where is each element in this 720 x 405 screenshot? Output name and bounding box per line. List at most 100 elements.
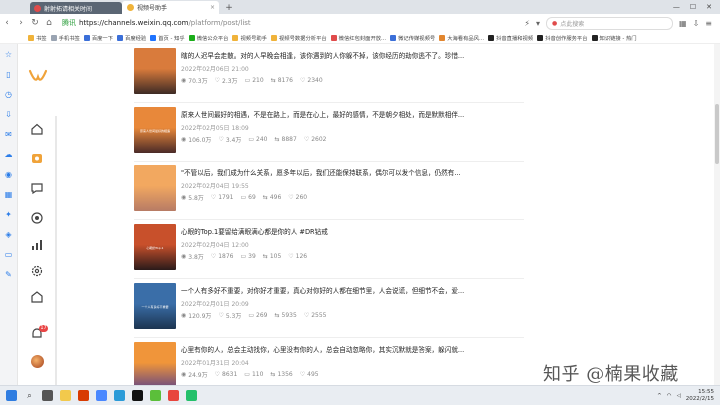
post-thumbnail[interactable] (134, 48, 176, 94)
post-title[interactable]: 心里有你的人，总会主动找你，心里没有你的人，总会自动忽略你，其实沉默就是答案，躲… (181, 344, 551, 354)
stat-shares: ⇆ 105 (263, 253, 281, 260)
note-icon[interactable]: ✎ (4, 270, 13, 279)
avatar[interactable] (31, 355, 44, 368)
tray-up-icon[interactable]: ^ (657, 393, 662, 399)
post-row[interactable]: 一个人有多好不重要 一个人有多好不重要，对你好才重要，真心对你好的人都在细节里，人… (134, 283, 554, 329)
settings-icon[interactable] (30, 264, 44, 278)
home-icon[interactable] (30, 122, 44, 136)
bookmark-item[interactable]: 抖音直播和视频 (488, 34, 533, 42)
post-body: 瞎的人迟早会走散。对的人早晚会相逢，该你遇到的人你躲不掉，该你经历的劫你逃不了。… (181, 48, 551, 94)
post-thumbnail[interactable]: 原来人世间最好的相遇 (134, 107, 176, 153)
download-icon[interactable]: ⇩ (693, 19, 700, 28)
file-explorer-icon[interactable] (60, 390, 71, 401)
clock-icon[interactable]: ◷ (4, 90, 13, 99)
url-field[interactable]: 腾讯 https://channels.weixin.qq.com /platf… (62, 17, 382, 29)
bookmark-item[interactable]: 百度一下 (83, 34, 113, 42)
post-title[interactable]: 心眼的Top.1要留给满眼满心都是你的人 #DR钻戒 (181, 226, 551, 236)
bookmark-item[interactable]: 大海看有品风... (439, 34, 484, 42)
post-title[interactable]: 原来人世间最好的相遇，不是在路上，而是在心上，最好的感情，不是朝夕相处，而是默默… (181, 109, 551, 119)
extensions-icon[interactable]: ▦ (679, 19, 687, 28)
bookmark-item[interactable]: 首页 - 知乎 (150, 34, 185, 42)
bookmark-item[interactable]: 百度经验 (117, 34, 146, 42)
penguin-icon[interactable] (132, 390, 143, 401)
post-thumbnail[interactable] (134, 342, 176, 388)
volume-icon[interactable]: ◁ (677, 393, 681, 399)
bookmark-item[interactable]: 微记传媒视频号 (390, 34, 435, 42)
stat-shares: ⇆ 8176 (271, 77, 293, 84)
live-icon[interactable] (30, 211, 44, 225)
maximize-window-icon[interactable]: ☐ (690, 3, 696, 11)
app-icon-2[interactable] (150, 390, 161, 401)
post-title[interactable]: 瞎的人迟早会走散。对的人早晚会相逢，该你遇到的人你躲不掉，该你经历的劫你逃不了。… (181, 50, 551, 60)
apps-icon[interactable]: ✦ (4, 210, 13, 219)
eye-icon: ◉ (181, 136, 187, 143)
bookmark-item[interactable]: 微信红包封面开放... (330, 34, 386, 42)
post-row[interactable]: 瞎的人迟早会走散。对的人早晚会相逢，该你遇到的人你躲不掉，该你经历的劫你逃不了。… (134, 48, 554, 94)
refresh-icon[interactable]: ↻ (28, 18, 42, 28)
stat-value: 495 (307, 371, 319, 378)
close-window-icon[interactable]: ✕ (706, 3, 712, 11)
dropdown-icon[interactable]: ▾ (536, 19, 540, 28)
stat-value: 496 (269, 194, 282, 201)
grid-icon[interactable]: ▦ (4, 190, 13, 199)
stat-shares: ⇆ 5935 (275, 312, 297, 319)
post-thumbnail[interactable] (134, 165, 176, 211)
bolt-icon[interactable]: ⚡ (524, 19, 530, 28)
star-icon[interactable]: ☆ (4, 50, 13, 59)
bookmark-favicon-icon (50, 34, 57, 41)
post-row[interactable]: 原来人世间最好的相遇 原来人世间最好的相遇，不是在路上，而是在心上，最好的感情，不… (134, 107, 554, 153)
cloud-icon[interactable]: ☁ (4, 150, 13, 159)
bookmark-item[interactable]: 知识链接 - 热门 (591, 34, 637, 42)
bookmark-item[interactable]: 微信公众平台 (188, 34, 228, 42)
shop-icon[interactable] (30, 290, 44, 304)
browser-icon[interactable] (114, 390, 125, 401)
bookmark-item[interactable]: 手机书签 (50, 34, 80, 42)
windows-start-icon[interactable] (6, 390, 17, 401)
shield-icon[interactable]: ◈ (4, 230, 13, 239)
menu-icon[interactable]: ≡ (705, 19, 712, 28)
task-view-icon[interactable] (42, 390, 53, 401)
post-row[interactable]: "不管以后，我们成为什么关系，愿多年以后，我们还能保持联系，偶尔可以发个信息，仍… (134, 165, 554, 211)
book-icon[interactable]: ▯ (4, 70, 13, 79)
bookmark-icon[interactable]: ▭ (4, 250, 13, 259)
tab-inactive[interactable]: 射射拓请相关时间 (30, 2, 122, 14)
office-icon[interactable] (78, 390, 89, 401)
minimize-window-icon[interactable]: — (673, 3, 680, 11)
post-thumbnail[interactable]: 心眼的Top.1 (134, 224, 176, 270)
post-row[interactable]: 心眼的Top.1 心眼的Top.1要留给满眼满心都是你的人 #DR钻戒 2022年0… (134, 224, 554, 270)
forward-icon[interactable]: › (14, 18, 28, 28)
content-icon[interactable] (30, 151, 44, 165)
home-icon[interactable]: ⌂ (42, 18, 56, 28)
post-title[interactable]: "不管以后，我们成为什么关系，愿多年以后，我们还能保持联系，偶尔可以发个信息，仍… (181, 167, 551, 177)
network-icon[interactable]: ◠ (667, 393, 672, 399)
new-tab-button[interactable]: + (223, 2, 235, 14)
close-tab-icon[interactable]: × (210, 4, 215, 11)
bookmark-item[interactable]: 视频号数据分析平台 (270, 34, 327, 42)
stats-icon[interactable] (30, 238, 44, 252)
comment-icon[interactable] (30, 181, 44, 195)
mail-icon[interactable]: ✉ (4, 130, 13, 139)
scrollbar-thumb[interactable] (715, 104, 719, 164)
clock[interactable]: 15:55 2022/2/15 (686, 389, 714, 403)
search-input[interactable]: ● 点此搜索 (546, 16, 674, 30)
bookmark-label: 手机书签 (58, 35, 80, 42)
download-icon[interactable]: ⇩ (4, 110, 13, 119)
tab-active[interactable]: 视频号助手 × (122, 1, 219, 14)
share-icon: ⇆ (274, 312, 280, 319)
post-title[interactable]: 一个人有多好不重要，对你好才重要，真心对你好的人都在细节里，人会说谎，但细节不会… (181, 285, 551, 295)
app-icon-1[interactable] (96, 390, 107, 401)
post-thumbnail[interactable]: 一个人有多好不重要 (134, 283, 176, 329)
back-icon[interactable]: ‹ (0, 18, 14, 28)
post-row[interactable]: 心里有你的人，总会主动找你，心里没有你的人，总会自动忽略你，其实沉默就是答案，躲… (134, 342, 554, 388)
stat-likes: ♡ 8631 (215, 371, 238, 378)
post-stats: ◉ 70.3万 ♡ 2.3万 ▭ 210 ⇆ 8176 ♡ 2340 (181, 76, 551, 85)
stat-likes: ♡ 1791 (211, 194, 234, 201)
page-scrollbar[interactable] (714, 44, 720, 385)
search-icon[interactable]: ⌕ (24, 390, 35, 401)
wechat-icon[interactable] (186, 390, 197, 401)
app-icon-3[interactable] (168, 390, 179, 401)
chat-icon[interactable]: ◉ (4, 170, 13, 179)
bookmark-item[interactable]: 书签 (28, 34, 47, 42)
bookmark-item[interactable]: 抖音创作服务平台 (537, 34, 588, 42)
bookmark-item[interactable]: 视频号助手 (232, 34, 267, 42)
